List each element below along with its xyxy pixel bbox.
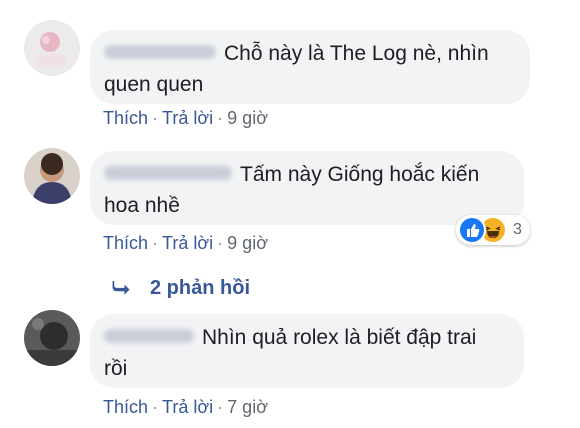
timestamp[interactable]: 9 giờ	[227, 233, 268, 253]
reply-link[interactable]: Trả lời	[162, 397, 213, 417]
like-icon	[458, 216, 486, 244]
comment-text-line1: Chỗ này là The Log nè, nhìn	[224, 42, 489, 65]
comment-bubble: Nhìn quả rolex là biết đập trai rồi	[90, 314, 524, 388]
separator: ·	[152, 397, 159, 417]
comment-text-line2: rồi	[104, 357, 128, 380]
reactions-summary[interactable]: 3	[456, 215, 530, 245]
reply-link[interactable]: Trả lời	[162, 233, 213, 253]
separator: ·	[152, 233, 159, 253]
comment-text-line1: Nhìn quả rolex là biết đập trai	[202, 326, 477, 349]
like-link[interactable]: Thích	[103, 108, 148, 128]
comment-text-line1: Tấm này Giống hoắc kiến	[240, 163, 480, 186]
comment-text-line2: quen quen	[104, 73, 204, 96]
reply-link[interactable]: Trả lời	[162, 108, 213, 128]
like-link[interactable]: Thích	[103, 233, 148, 253]
avatar[interactable]	[24, 148, 80, 204]
comment-actions: Thích · Trả lời · 9 giờ	[103, 233, 268, 254]
comment-text-line2: hoa nhề	[104, 194, 180, 217]
reply-arrow-icon	[110, 276, 134, 300]
avatar[interactable]	[24, 310, 80, 366]
separator: ·	[217, 397, 224, 417]
separator: ·	[217, 233, 224, 253]
comment-actions: Thích · Trả lời · 7 giờ	[103, 397, 268, 418]
timestamp[interactable]: 7 giờ	[227, 397, 268, 417]
avatar[interactable]	[24, 20, 80, 76]
separator: ·	[152, 108, 159, 128]
separator: ·	[217, 108, 224, 128]
replies-count-label: 2 phản hồi	[150, 276, 250, 299]
comment-actions: Thích · Trả lời · 9 giờ	[103, 108, 268, 129]
reaction-count: 3	[513, 221, 522, 238]
author-name[interactable]	[104, 166, 232, 181]
like-link[interactable]: Thích	[103, 397, 148, 417]
view-replies-link[interactable]: 2 phản hồi	[110, 276, 250, 300]
timestamp[interactable]: 9 giờ	[227, 108, 268, 128]
comment-bubble: Tấm này Giống hoắc kiến hoa nhề	[90, 151, 524, 225]
author-name[interactable]	[104, 45, 216, 60]
author-name[interactable]	[104, 329, 194, 344]
comment-bubble: Chỗ này là The Log nè, nhìn quen quen	[90, 30, 530, 104]
